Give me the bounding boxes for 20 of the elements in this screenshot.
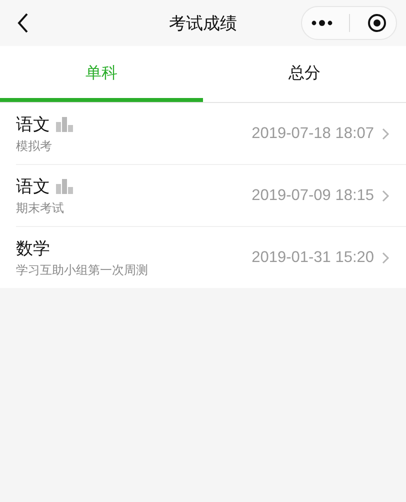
exam-name: 期末考试 <box>16 200 65 216</box>
exam-time: 2019-01-31 15:20 <box>252 248 374 266</box>
subject-name: 语文 <box>16 176 50 198</box>
chevron-icon <box>382 252 390 264</box>
exam-row[interactable]: 数学 学习互助小组第一次周测 2019-01-31 15:20 <box>16 227 406 288</box>
back-icon <box>17 13 29 33</box>
tab[interactable]: 总分 <box>203 46 406 102</box>
subject-name: 语文 <box>16 114 50 136</box>
subject-name: 数学 <box>16 238 50 260</box>
exam-name: 模拟考 <box>16 138 53 154</box>
exam-time: 2019-07-18 18:07 <box>252 124 374 142</box>
more-icon <box>311 19 334 27</box>
exam-name: 学习互助小组第一次周测 <box>16 262 149 278</box>
chevron-icon <box>382 190 390 202</box>
page-title: 考试成绩 <box>168 12 238 34</box>
exam-time: 2019-07-09 18:15 <box>252 186 374 204</box>
chevron-icon <box>382 128 390 140</box>
exam-row[interactable]: 语文 期末考试 2019-07-09 18:15 <box>16 165 406 227</box>
exam-row[interactable]: 语文 模拟考 2019-07-18 18:07 <box>16 103 406 165</box>
target-icon <box>366 13 387 33</box>
